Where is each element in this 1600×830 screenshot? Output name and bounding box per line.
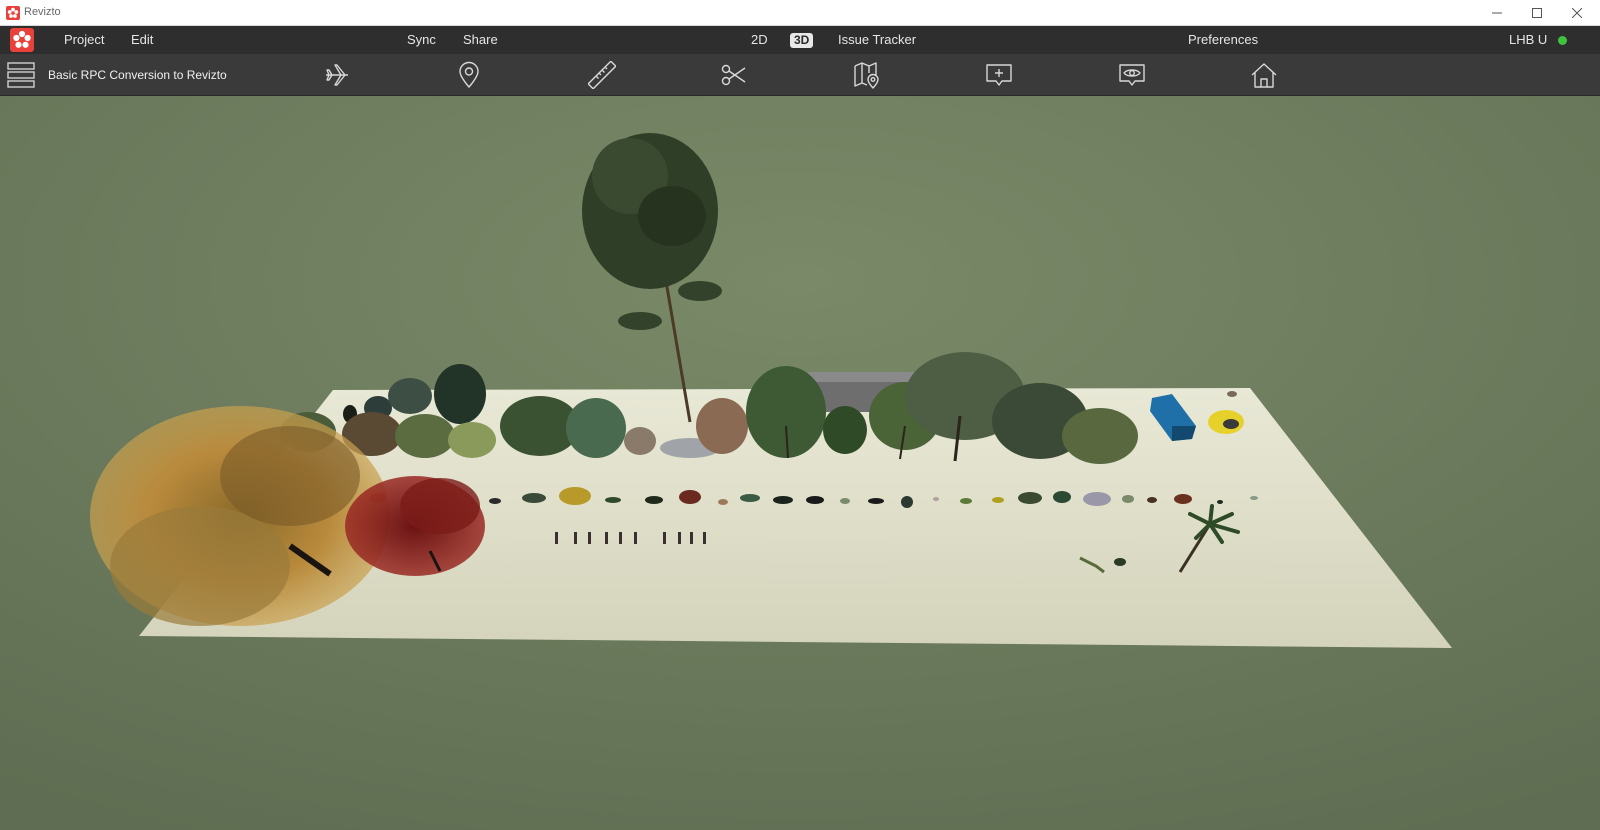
- yellow-car: [1208, 410, 1244, 434]
- ruler-icon[interactable]: [587, 60, 617, 90]
- add-comment-icon[interactable]: [984, 60, 1014, 90]
- menu-edit[interactable]: Edit: [131, 26, 153, 54]
- view-2d-button[interactable]: 2D: [751, 26, 768, 54]
- 3d-viewport[interactable]: [0, 96, 1600, 830]
- red-maple-tree: [345, 476, 485, 576]
- close-icon[interactable]: [1557, 0, 1597, 26]
- location-pin-icon[interactable]: [454, 60, 484, 90]
- eye-icon[interactable]: [1117, 60, 1147, 90]
- maximize-icon[interactable]: [1517, 0, 1557, 26]
- fly-icon[interactable]: [322, 60, 352, 90]
- menu-share[interactable]: Share: [463, 26, 498, 54]
- view-3d-button[interactable]: 3D: [790, 33, 814, 48]
- menu-sync[interactable]: Sync: [407, 26, 436, 54]
- hamburger-menu-icon[interactable]: [7, 61, 35, 89]
- minimize-icon[interactable]: [1477, 0, 1517, 26]
- online-status-dot: [1558, 36, 1567, 45]
- home-icon[interactable]: [1249, 60, 1279, 90]
- revizto-logo-icon[interactable]: [10, 28, 34, 52]
- project-name[interactable]: Basic RPC Conversion to Revizto: [48, 54, 227, 96]
- project-toolbar: Basic RPC Conversion to Revizto: [0, 54, 1600, 96]
- small-plant: [1114, 558, 1126, 566]
- user-name[interactable]: LHB U: [1509, 26, 1547, 54]
- issue-tracker-button[interactable]: Issue Tracker: [838, 26, 916, 54]
- window-title-bar: Revizto: [0, 0, 1600, 26]
- scissors-icon[interactable]: [719, 60, 749, 90]
- revizto-app-icon: [6, 6, 20, 20]
- map-location-icon[interactable]: [851, 60, 881, 90]
- window-title: Revizto: [24, 6, 61, 18]
- main-menu-bar: Project Edit Sync Share 2D 3D Issue Trac…: [0, 26, 1600, 54]
- preferences-button[interactable]: Preferences: [1188, 26, 1258, 54]
- autumn-tree: [90, 406, 390, 626]
- menu-project[interactable]: Project: [64, 26, 104, 54]
- small-animal: [1227, 391, 1237, 397]
